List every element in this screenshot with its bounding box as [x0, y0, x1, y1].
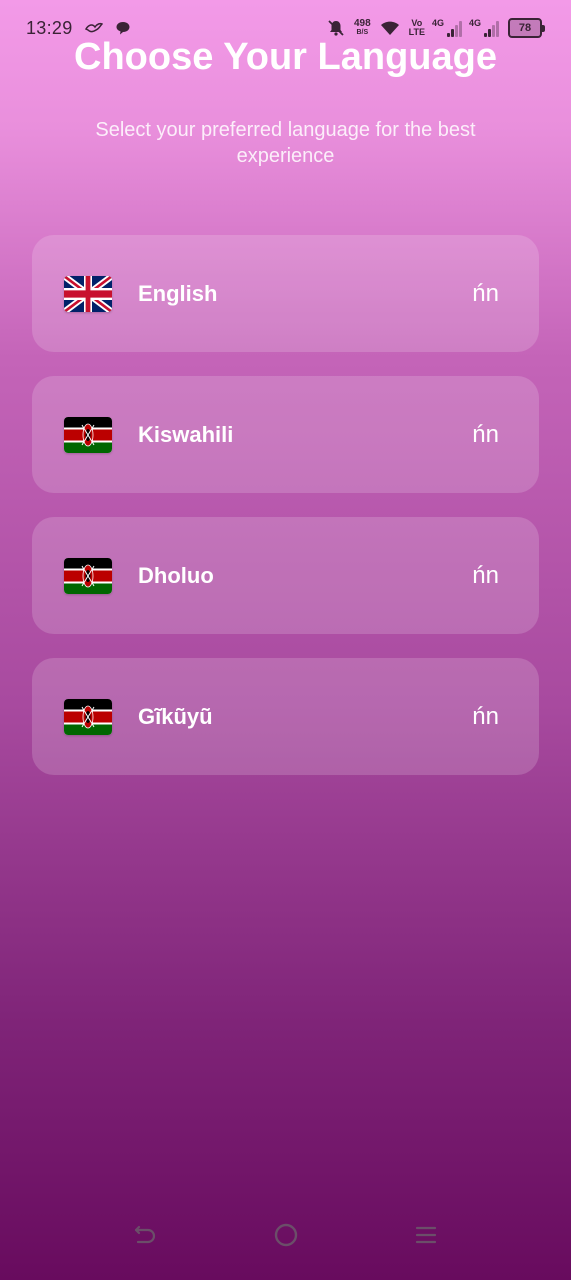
language-option-dholuo[interactable]: Dholuo ńn — [32, 517, 539, 634]
language-option-gikuyu[interactable]: Gĩkũyũ ńn — [32, 658, 539, 775]
language-code: ńn — [472, 561, 499, 589]
chat-bubble-icon — [115, 20, 131, 36]
volte-indicator: Vo LTE — [409, 19, 425, 37]
language-list: English ńn Kiswahili ńn Dholuo ńn Gĩkũyũ… — [32, 235, 539, 775]
language-name: English — [138, 280, 218, 306]
kenya-flag-icon — [64, 698, 112, 735]
signal-icon: 4G — [469, 18, 499, 37]
page-title: Choose Your Language — [74, 36, 497, 78]
language-code: ńn — [472, 279, 499, 307]
battery-icon: 78 — [508, 18, 545, 38]
language-name: Dholuo — [138, 562, 214, 588]
home-icon[interactable] — [271, 1220, 301, 1250]
page-subtitle: Select your preferred language for the b… — [95, 119, 476, 167]
language-option-english[interactable]: English ńn — [32, 235, 539, 352]
bell-muted-icon — [327, 19, 345, 37]
wifi-icon — [380, 20, 400, 36]
kenya-flag-icon — [64, 557, 112, 594]
language-name: Gĩkũyũ — [138, 703, 213, 729]
net-speed: 498 B/S — [354, 19, 371, 37]
signal-2-label: 4G — [469, 18, 482, 28]
net-speed-value: 498 — [353, 18, 371, 29]
language-code: ńn — [472, 420, 499, 448]
signal-1-label: 4G — [432, 18, 445, 28]
language-option-kiswahili[interactable]: Kiswahili ńn — [32, 376, 539, 493]
system-nav-bar — [0, 1220, 571, 1250]
battery-level: 78 — [508, 18, 542, 38]
signal-icon: 4G — [432, 18, 462, 37]
uk-flag-icon — [64, 275, 112, 312]
back-icon[interactable] — [130, 1220, 160, 1250]
menu-icon[interactable] — [411, 1220, 441, 1250]
language-name: Kiswahili — [138, 421, 234, 447]
kenya-flag-icon — [64, 416, 112, 453]
language-code: ńn — [472, 702, 499, 730]
bird-icon — [84, 21, 103, 35]
